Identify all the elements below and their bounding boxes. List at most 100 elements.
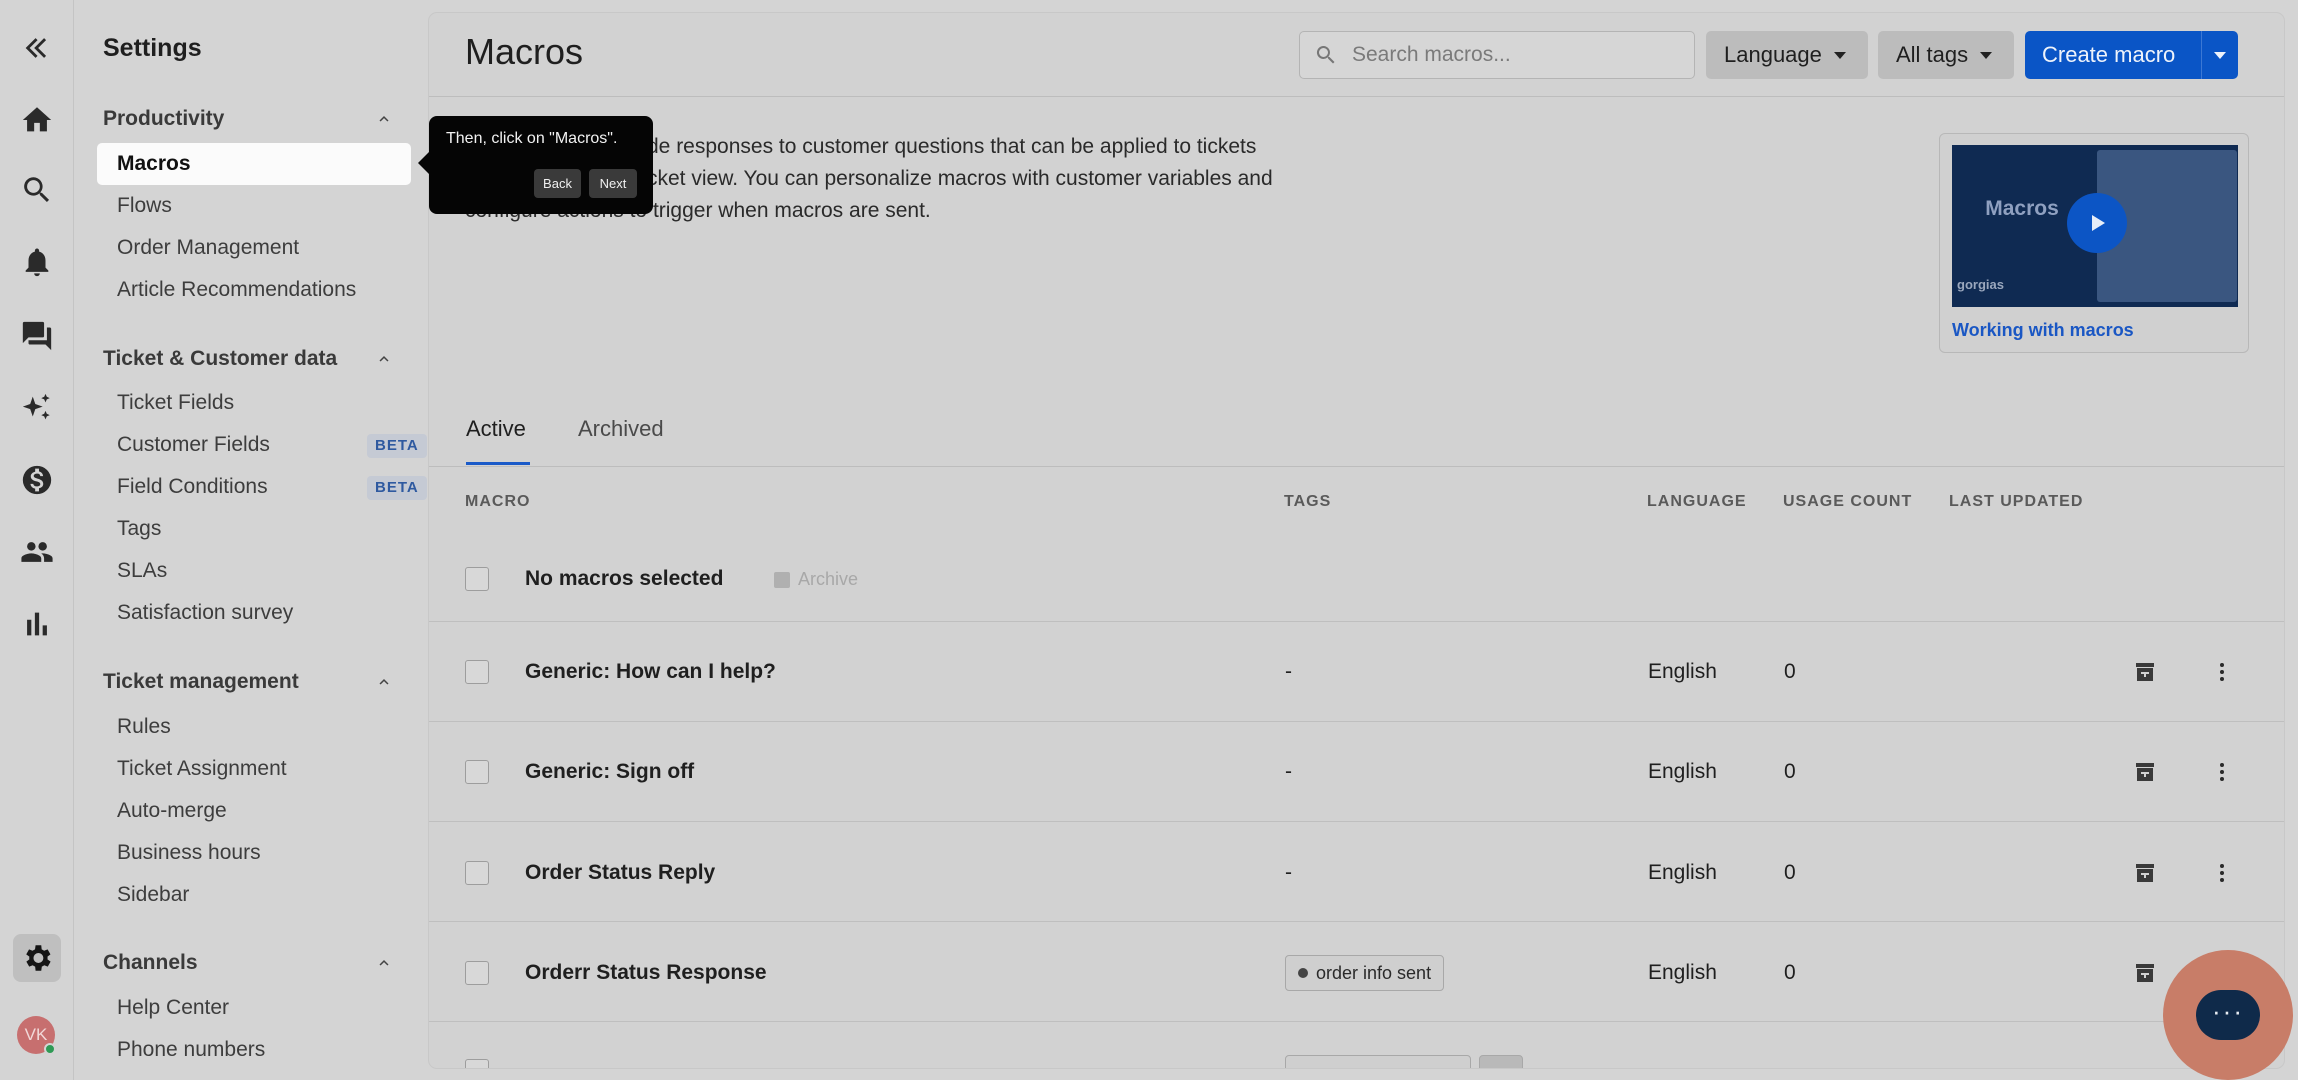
sidebar-title: Settings	[103, 34, 202, 62]
column-header-usage-count[interactable]: USAGE COUNT	[1783, 493, 1912, 511]
language-dropdown[interactable]: Language	[1706, 31, 1868, 79]
sidebar-item-business-hours[interactable]: Business hours	[117, 833, 261, 873]
sidebar-item-auto-merge[interactable]: Auto-merge	[117, 791, 227, 831]
chat-bubble-icon: ···	[2196, 990, 2260, 1040]
macro-language: English	[1648, 861, 1717, 884]
archive-icon[interactable]	[2133, 861, 2157, 885]
sidebar-item-order-management[interactable]: Order Management	[117, 228, 299, 268]
macro-usage-count: 0	[1784, 660, 1796, 683]
section-ticket-management[interactable]: Ticket management	[103, 666, 393, 698]
collapse-icon[interactable]	[0, 18, 74, 78]
macro-name[interactable]: Order Status Reply	[525, 861, 715, 885]
settings-sidebar: Settings Productivity Macros Flows Order…	[75, 0, 427, 1080]
beta-badge: BETA	[367, 434, 427, 458]
tooltip-back-button[interactable]: Back	[534, 169, 581, 198]
column-header-macro[interactable]: MACRO	[465, 493, 530, 511]
sidebar-item-tags[interactable]: Tags	[117, 509, 161, 549]
play-icon[interactable]	[2067, 193, 2127, 253]
sidebar-item-flows[interactable]: Flows	[117, 186, 172, 226]
chevron-up-icon	[379, 356, 389, 362]
macro-tag-more	[1479, 1055, 1523, 1068]
active-tab-indicator	[466, 462, 530, 465]
more-options-icon[interactable]	[2210, 760, 2234, 784]
sidebar-item-sidebar[interactable]: Sidebar	[117, 875, 189, 915]
search-input[interactable]	[1350, 42, 1670, 68]
row-divider	[429, 821, 2284, 822]
row-checkbox[interactable]	[465, 760, 489, 784]
home-icon[interactable]	[0, 90, 74, 150]
archive-icon[interactable]	[2133, 760, 2157, 784]
settings-gear-icon[interactable]	[13, 934, 61, 982]
icon-rail: VK	[0, 0, 74, 1080]
sidebar-item-customer-fields[interactable]: Customer Fields BETA	[117, 425, 427, 465]
column-header-language[interactable]: LANGUAGE	[1647, 493, 1747, 511]
macro-language: English	[1648, 660, 1717, 683]
more-options-icon[interactable]	[2210, 861, 2234, 885]
search-box[interactable]	[1299, 31, 1695, 79]
macro-tag: order info sent	[1285, 955, 1445, 991]
tab-archived[interactable]: Archived	[578, 416, 664, 442]
archive-icon	[774, 571, 790, 588]
caret-down-icon	[1833, 51, 1846, 59]
macro-language: English	[1648, 760, 1717, 783]
tooltip-text: Then, click on "Macros".	[446, 130, 618, 147]
video-card[interactable]: Macros gorgias Working with macros	[1939, 133, 2249, 353]
sidebar-item-ticket-fields[interactable]: Ticket Fields	[117, 383, 234, 423]
sidebar-item-macros[interactable]: Macros	[97, 143, 411, 185]
sparkles-icon[interactable]	[0, 378, 74, 438]
statistics-icon[interactable]	[0, 594, 74, 654]
tags-dropdown[interactable]: All tags	[1878, 31, 2014, 79]
sidebar-item-help-center[interactable]: Help Center	[117, 988, 229, 1028]
chevron-up-icon	[379, 679, 389, 685]
onboarding-tooltip: Then, click on "Macros". Back Next	[418, 116, 653, 214]
macro-name[interactable]: Orderr Status Response	[525, 961, 767, 985]
row-divider	[429, 921, 2284, 922]
video-thumbnail[interactable]: Macros gorgias	[1952, 145, 2238, 307]
tabs-divider	[429, 466, 2284, 467]
sidebar-item-rules[interactable]: Rules	[117, 707, 171, 747]
avatar-initials: VK	[24, 1025, 48, 1044]
chat-launcher-button[interactable]: ···	[2163, 950, 2293, 1080]
row-divider	[429, 1021, 2284, 1022]
row-divider	[429, 721, 2284, 722]
sidebar-item-slas[interactable]: SLAs	[117, 551, 167, 591]
more-options-icon[interactable]	[2210, 660, 2234, 684]
sidebar-item-field-conditions[interactable]: Field Conditions BETA	[117, 467, 427, 507]
search-icon[interactable]	[0, 160, 74, 220]
macro-usage-count: 0	[1784, 861, 1796, 884]
tooltip-next-button[interactable]: Next	[589, 169, 637, 198]
search-icon	[1316, 46, 1335, 64]
column-header-last-updated[interactable]: LAST UPDATED	[1949, 493, 2083, 511]
working-with-macros-link[interactable]: Working with macros	[1952, 320, 2134, 341]
create-macro-menu-button[interactable]	[2201, 31, 2238, 79]
conversations-icon[interactable]	[0, 306, 74, 366]
section-productivity[interactable]: Productivity	[103, 103, 393, 135]
section-channels[interactable]: Channels	[103, 947, 393, 979]
section-ticket-customer-data[interactable]: Ticket & Customer data	[103, 343, 393, 375]
page-title: Macros	[465, 31, 584, 72]
row-divider	[429, 621, 2284, 622]
bell-icon[interactable]	[0, 232, 74, 292]
archive-icon[interactable]	[2133, 961, 2157, 985]
row-checkbox[interactable]	[465, 1059, 489, 1068]
macro-name[interactable]: Generic: How can I help?	[525, 660, 776, 684]
sidebar-item-phone-numbers[interactable]: Phone numbers	[117, 1030, 265, 1070]
macro-name[interactable]: Generic: Sign off	[525, 760, 694, 784]
sidebar-item-ticket-assignment[interactable]: Ticket Assignment	[117, 749, 287, 789]
archive-selected-button[interactable]: Archive	[774, 569, 858, 590]
create-macro-button[interactable]: Create macro	[2025, 31, 2238, 79]
macro-usage-count: 0	[1784, 961, 1796, 984]
macro-tags: -	[1285, 660, 1292, 683]
sidebar-item-satisfaction-survey[interactable]: Satisfaction survey	[117, 593, 293, 633]
dollar-icon[interactable]	[0, 450, 74, 510]
select-all-checkbox[interactable]	[465, 567, 489, 591]
avatar[interactable]: VK	[17, 1016, 56, 1055]
row-checkbox[interactable]	[465, 861, 489, 885]
tab-active[interactable]: Active	[466, 416, 526, 442]
sidebar-item-article-recommendations[interactable]: Article Recommendations	[117, 270, 356, 310]
row-checkbox[interactable]	[465, 660, 489, 684]
row-checkbox[interactable]	[465, 961, 489, 985]
users-icon[interactable]	[0, 522, 74, 582]
main-panel: Macros Language All tags Create macro de…	[429, 13, 2284, 1068]
archive-icon[interactable]	[2133, 660, 2157, 684]
